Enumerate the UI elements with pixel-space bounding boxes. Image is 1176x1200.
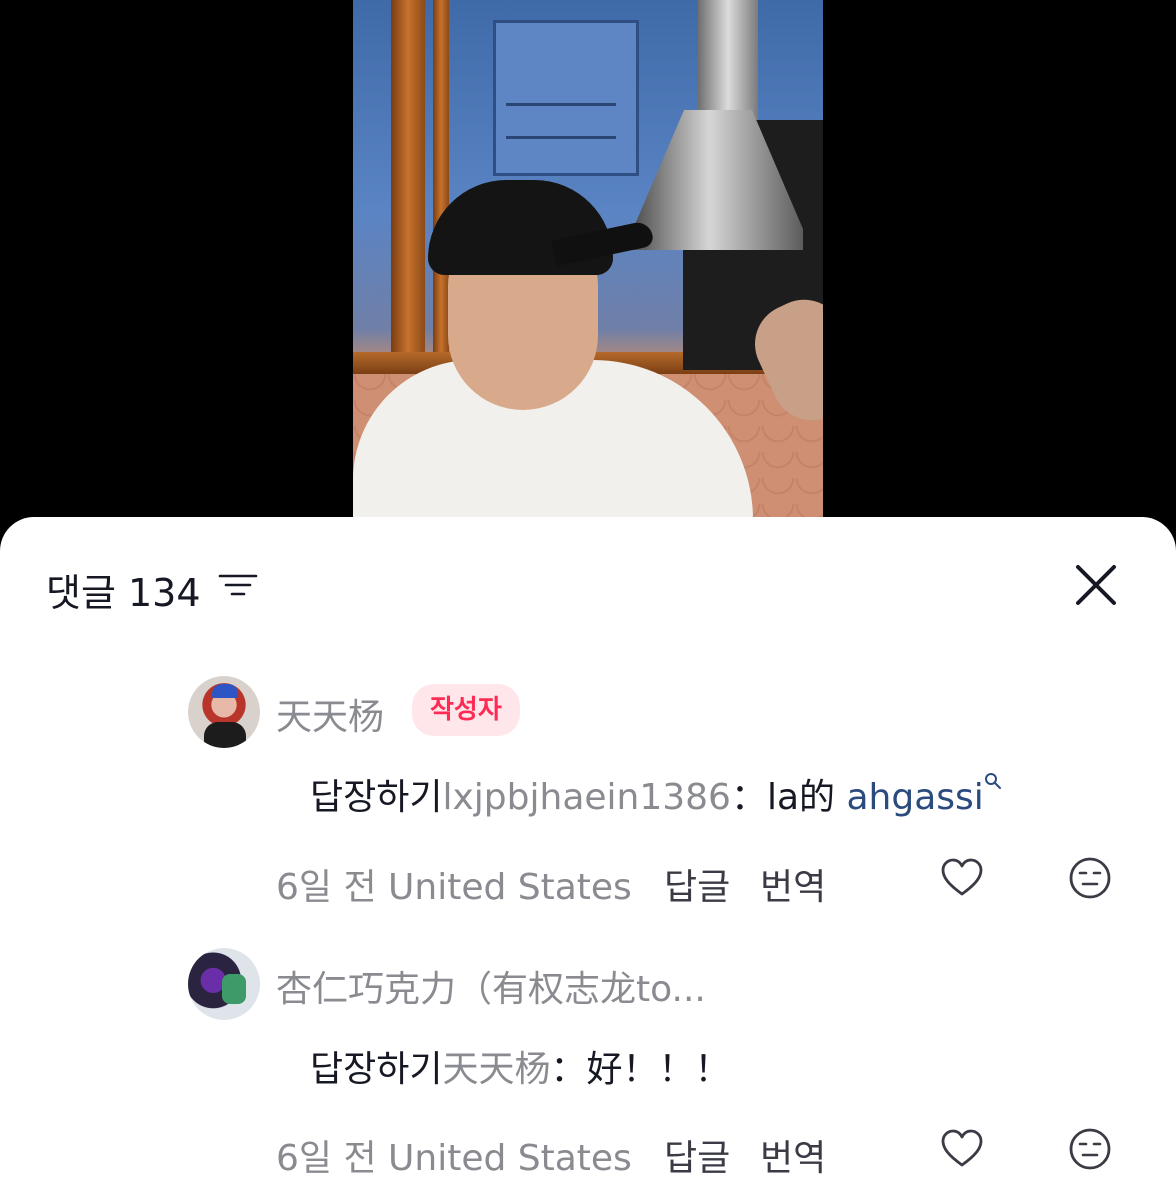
comment-text: 답장하기天天杨：好！！！	[310, 1040, 731, 1092]
heart-icon[interactable]	[940, 1127, 984, 1171]
comment-text: 답장하기lxjpbjhaein1386：la的 ahgassi	[310, 768, 1002, 820]
comment-meta: 6일 전 United States	[276, 1138, 632, 1179]
reply-prefix: 답장하기	[310, 1049, 443, 1090]
neutral-face-icon[interactable]	[1068, 856, 1112, 900]
author-badge: 작성자	[412, 684, 520, 736]
background-building	[493, 20, 639, 176]
comment-meta: 6일 전 United States	[276, 867, 632, 908]
comment-username[interactable]: 杏仁巧克力（有权志龙to...	[276, 960, 706, 1012]
translate-button[interactable]: 번역	[760, 1129, 826, 1181]
window-frame	[433, 0, 449, 355]
neutral-face-icon[interactable]	[1068, 1127, 1112, 1171]
reply-target-username[interactable]: 天天杨	[442, 1049, 550, 1090]
reply-button[interactable]: 답글	[664, 858, 730, 910]
avatar[interactable]	[188, 948, 260, 1020]
translate-button[interactable]: 번역	[760, 858, 826, 910]
exhaust-pipe	[698, 0, 758, 120]
black-cap	[428, 180, 613, 275]
reply-prefix: 답장하기	[310, 777, 443, 818]
reply-target-username[interactable]: lxjpbjhaein1386	[442, 777, 730, 818]
comment-body: ：la的	[730, 777, 847, 818]
window-frame	[391, 0, 425, 355]
heart-icon[interactable]	[940, 856, 984, 900]
comment-username[interactable]: 天天杨	[276, 688, 384, 740]
sort-icon[interactable]	[218, 570, 258, 600]
search-icon[interactable]	[984, 772, 1002, 790]
comment-body: ：好！！！	[550, 1049, 731, 1090]
avatar[interactable]	[188, 676, 260, 748]
video-player[interactable]	[353, 0, 823, 530]
close-icon[interactable]	[1074, 563, 1118, 607]
search-link[interactable]: ahgassi	[846, 777, 983, 818]
comments-count-title: 댓글 134	[46, 571, 201, 615]
reply-button[interactable]: 답글	[664, 1129, 730, 1181]
